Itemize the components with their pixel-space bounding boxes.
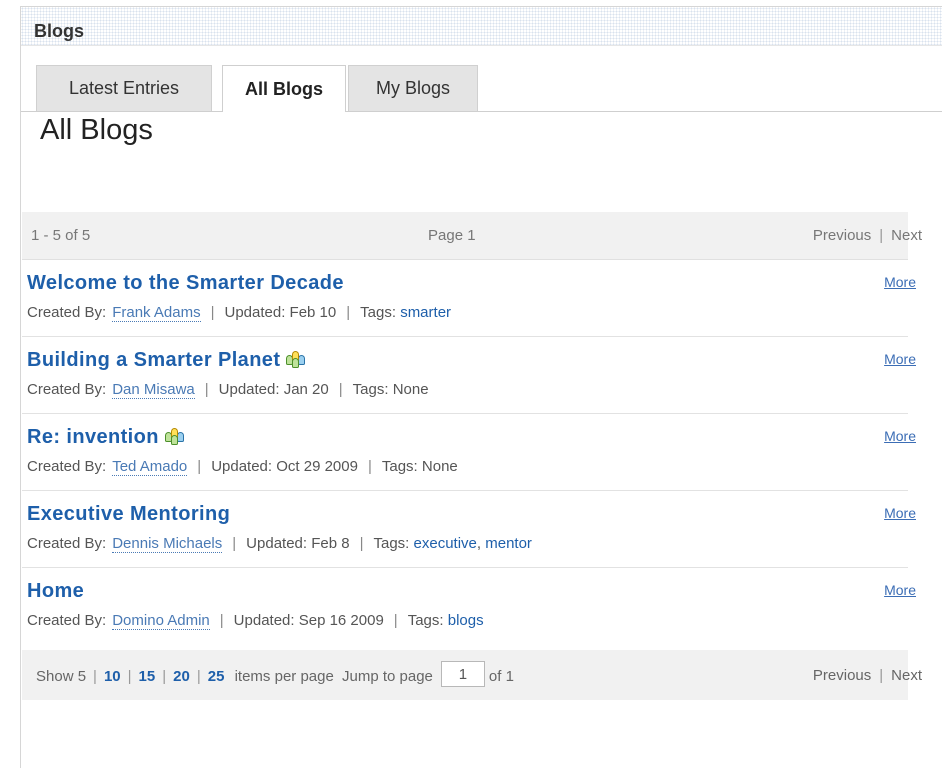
author-link[interactable]: Dan Misawa (112, 381, 195, 399)
created-by-label: Created By: (27, 458, 107, 475)
blog-title-link[interactable]: Executive Mentoring (27, 503, 230, 526)
created-by-label: Created By: (27, 612, 107, 629)
pager-separator: | (879, 227, 884, 244)
updated-date: Updated: Feb 10 (224, 304, 337, 321)
blog-title-link[interactable]: Building a Smarter Planet (27, 349, 306, 372)
tags-label: Tags: (373, 535, 410, 552)
tab-all-blogs[interactable]: All Blogs (222, 65, 346, 112)
pager-nav-bottom: Previous | Next (813, 667, 922, 684)
blog-meta: Created By: Domino Admin | Updated: Sep 16 … (27, 612, 484, 630)
blog-title-link[interactable]: Re: invention (27, 426, 185, 449)
tags-label: Tags: (360, 304, 397, 321)
author-link[interactable]: Frank Adams (112, 304, 201, 322)
tags-none: None (392, 381, 429, 398)
pager-nav: Previous | Next (813, 227, 922, 244)
created-by-label: Created By: (27, 535, 107, 552)
list-item: Re: invention Created By: Ted Amado | Updat… (22, 414, 916, 491)
tags-label: Tags: (381, 458, 418, 475)
page-size-current: 5 (77, 667, 87, 685)
tags-none: None (421, 458, 458, 475)
more-link[interactable]: More (884, 582, 916, 598)
created-by-label: Created By: (27, 304, 107, 321)
tag-link[interactable]: smarter (400, 304, 451, 321)
blog-title-text[interactable]: Re: invention (27, 426, 159, 448)
created-by-label: Created By: (27, 381, 107, 398)
items-per-page-label: items per page (234, 667, 334, 685)
page-size-20[interactable]: 20 (173, 668, 190, 685)
more-link[interactable]: More (884, 274, 916, 290)
blog-meta: Created By: Ted Amado | Updated: Oct 29 200… (27, 458, 458, 476)
next-link[interactable]: Next (891, 667, 922, 684)
results-count: 1 - 5 of 5 (31, 227, 91, 244)
tags-label: Tags: (407, 612, 444, 629)
list-item: Executive Mentoring Created By: Dennis Mi… (22, 491, 916, 568)
pager-top: 1 - 5 of 5 Page 1 Previous | Next (22, 212, 922, 260)
more-link[interactable]: More (884, 428, 916, 444)
list-item: Welcome to the Smarter Decade Created By… (22, 260, 916, 337)
tag-link[interactable]: blogs (448, 612, 484, 629)
blog-title-text[interactable]: Building a Smarter Planet (27, 349, 280, 371)
more-link[interactable]: More (884, 505, 916, 521)
blog-meta: Created By: Frank Adams | Updated: Feb 10 | T… (27, 304, 452, 322)
next-link[interactable]: Next (891, 227, 922, 244)
list-item: Building a Smarter Planet Created By: Dan… (22, 337, 916, 414)
page-title: All Blogs (40, 114, 153, 146)
tab-bar: Latest Entries All Blogs My Blogs (21, 65, 942, 112)
previous-link[interactable]: Previous (813, 667, 871, 684)
page-size-25[interactable]: 25 (208, 668, 225, 685)
community-icon (164, 428, 185, 445)
jump-to-page-input[interactable] (440, 661, 485, 687)
widget-header: Blogs (21, 7, 942, 46)
tag-link[interactable]: mentor (485, 535, 532, 552)
page-size-controls: Show 5 | 10 | 15 | 20 | 25 items per page Jump t… (36, 661, 514, 687)
tag-link[interactable]: executive (414, 535, 477, 552)
author-link[interactable]: Ted Amado (112, 458, 188, 476)
show-label: Show (36, 667, 74, 685)
more-link[interactable]: More (884, 351, 916, 367)
updated-date: Updated: Jan 20 (218, 381, 329, 398)
tab-latest-entries[interactable]: Latest Entries (36, 65, 212, 111)
blog-title-link[interactable]: Welcome to the Smarter Decade (27, 272, 344, 295)
list-item: Home Created By: Domino Admin | Updated: Se… (22, 568, 916, 645)
blog-list: Welcome to the Smarter Decade Created By… (22, 260, 916, 645)
tab-my-blogs[interactable]: My Blogs (348, 65, 478, 111)
page-indicator: Page 1 (428, 227, 476, 244)
pager-bottom: Show 5 | 10 | 15 | 20 | 25 items per page Jump t… (22, 650, 922, 700)
community-icon (286, 351, 306, 368)
blog-title-link[interactable]: Home (27, 580, 84, 603)
author-link[interactable]: Domino Admin (112, 612, 210, 630)
blog-meta: Created By: Dennis Michaels | Updated: Feb … (27, 535, 532, 553)
updated-date: Updated: Feb 8 (246, 535, 350, 552)
tags-label: Tags: (352, 381, 389, 398)
jump-to-page-label: Jump to page (342, 667, 433, 685)
updated-date: Updated: Oct 29 2009 (211, 458, 358, 475)
blog-meta: Created By: Dan Misawa | Updated: Jan 20 | Ta… (27, 381, 429, 399)
page-size-10[interactable]: 10 (104, 668, 121, 685)
updated-date: Updated: Sep 16 2009 (233, 612, 384, 629)
pager-separator: | (879, 667, 884, 684)
author-link[interactable]: Dennis Michaels (112, 535, 223, 553)
previous-link[interactable]: Previous (813, 227, 871, 244)
page-size-15[interactable]: 15 (139, 668, 156, 685)
of-pages-label: of 1 (488, 667, 514, 685)
widget-title: Blogs (34, 21, 85, 41)
